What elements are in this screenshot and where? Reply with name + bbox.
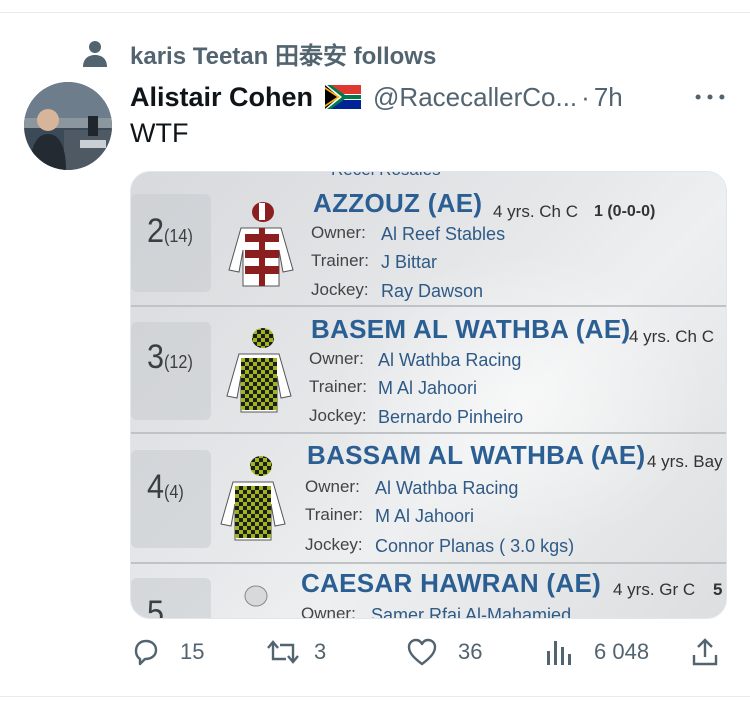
jockey-value: Bernardo Pinheiro bbox=[378, 407, 524, 427]
partial-top-text: Recei Rosales bbox=[331, 172, 441, 180]
horse-name: CAESAR HAWRAN (AE) bbox=[301, 568, 602, 598]
social-context: karis Teetan 田泰安 follows bbox=[80, 36, 436, 70]
like-count: 36 bbox=[458, 639, 483, 664]
timestamp[interactable]: 7h bbox=[594, 82, 623, 113]
horse-meta: 4 yrs. Ch C bbox=[629, 327, 715, 346]
runner-number: 4(4) bbox=[147, 468, 184, 506]
avatar[interactable] bbox=[24, 82, 112, 170]
share-icon bbox=[692, 638, 718, 666]
social-context-text[interactable]: karis Teetan 田泰安 follows bbox=[130, 36, 436, 71]
media-photo[interactable]: Recei Rosales 2(14) AZZOUZ (AE) 4 yrs. C… bbox=[130, 171, 727, 619]
views-button[interactable]: 6 048 bbox=[544, 632, 649, 672]
horse-meta: 4 yrs. Ch C bbox=[493, 202, 579, 221]
tweet-header: Alistair Cohen @RacecallerCo... · 7h bbox=[130, 80, 623, 114]
views-count: 6 048 bbox=[594, 639, 650, 664]
trainer-value: M Al Jahoori bbox=[378, 378, 478, 398]
racecard-photo: Recei Rosales 2(14) AZZOUZ (AE) 4 yrs. C… bbox=[131, 172, 726, 618]
runner-number: 5 bbox=[147, 594, 165, 619]
owner-value: Al Wathba Racing bbox=[375, 478, 519, 498]
owner-value: Samer Rfai Al-Mahamied bbox=[371, 605, 572, 619]
tweet-text: WTF bbox=[130, 118, 189, 148]
author-name[interactable]: Alistair Cohen bbox=[130, 82, 313, 113]
heart-icon bbox=[407, 638, 437, 666]
owner-value: Al Reef Stables bbox=[381, 224, 506, 244]
author-handle[interactable]: @RacecallerCo... bbox=[373, 82, 577, 113]
runner-number: 3(12) bbox=[147, 338, 193, 376]
runner-number: 2(14) bbox=[147, 212, 193, 250]
bottom-divider bbox=[0, 696, 750, 697]
retweet-icon bbox=[267, 640, 299, 664]
horse-meta: 4 yrs. Bay C bbox=[647, 452, 726, 471]
separator-dot: · bbox=[581, 81, 590, 112]
horse-name: AZZOUZ (AE) bbox=[313, 188, 483, 218]
horse-record: 1 (0-0-0) bbox=[594, 203, 656, 220]
views-chart-icon bbox=[547, 641, 571, 665]
horse-meta: 4 yrs. Gr C bbox=[613, 580, 696, 599]
reply-button[interactable]: 15 bbox=[130, 632, 204, 672]
retweet-count: 3 bbox=[314, 639, 327, 664]
jockey-silks-icon bbox=[226, 328, 292, 413]
tweet-actions: 15 3 36 6 048 bbox=[130, 632, 720, 672]
horse-record: 5 bbox=[713, 580, 723, 599]
person-icon bbox=[80, 38, 110, 68]
trainer-value: M Al Jahoori bbox=[375, 506, 475, 526]
trainer-value: J Bittar bbox=[381, 252, 438, 272]
share-button[interactable] bbox=[690, 632, 720, 672]
owner-value: Al Wathba Racing bbox=[378, 350, 522, 370]
like-button[interactable]: 36 bbox=[406, 632, 482, 672]
more-options-button[interactable] bbox=[690, 80, 730, 114]
jockey-silks-icon bbox=[220, 456, 286, 541]
jockey-value: Connor Planas ( 3.0 kgs) bbox=[375, 536, 575, 556]
jockey-silks-icon bbox=[228, 202, 294, 287]
reply-count: 15 bbox=[180, 639, 205, 664]
south-africa-flag-icon bbox=[325, 85, 362, 109]
more-dots-icon bbox=[695, 94, 725, 100]
jockey-silks-icon bbox=[244, 585, 268, 607]
reply-icon bbox=[134, 639, 158, 666]
top-divider bbox=[0, 12, 750, 13]
horse-name: BASEM AL WATHBA (AE) bbox=[311, 314, 631, 344]
jockey-value: Ray Dawson bbox=[381, 281, 484, 301]
horse-name: BASSAM AL WATHBA (AE) bbox=[307, 440, 646, 470]
retweet-button[interactable]: 3 bbox=[266, 632, 326, 672]
